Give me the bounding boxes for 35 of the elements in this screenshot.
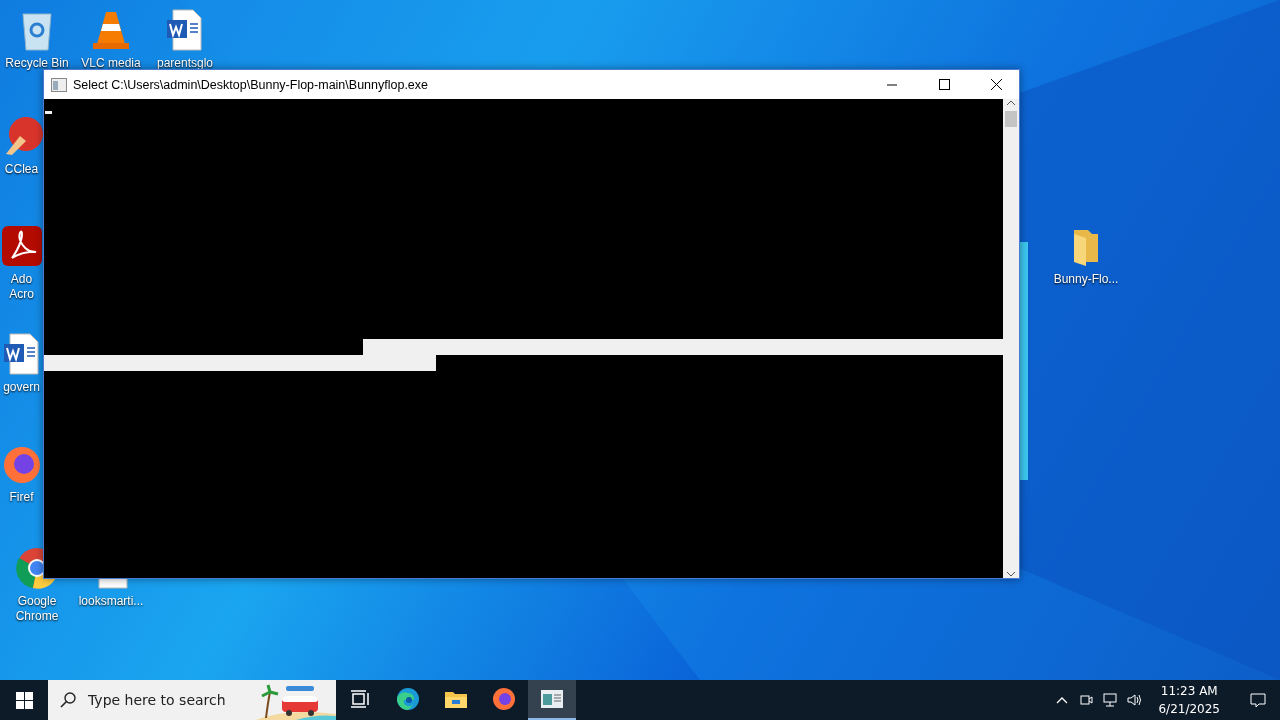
console-window-icon	[51, 77, 67, 92]
icon-label: looksmarti...	[78, 594, 144, 609]
scrollbar-thumb[interactable]	[1005, 111, 1017, 127]
icon-label: Google	[17, 594, 57, 609]
search-placeholder: Type here to search	[88, 692, 226, 708]
icon-label: Firef	[9, 490, 34, 505]
window-title: Select C:\Users\admin\Desktop\Bunny-Flop-main\Bunnyflop.exe	[73, 77, 430, 92]
icon-label: Acro	[9, 287, 34, 302]
icon-label: CClea	[4, 162, 39, 177]
icon-label: Ado	[10, 272, 33, 287]
taskbar-app-button[interactable]	[528, 680, 576, 720]
scroll-up-icon[interactable]	[1006, 99, 1016, 107]
icon-label: Recycle Bin	[5, 56, 69, 71]
windows-logo-icon	[15, 691, 33, 709]
close-icon	[990, 79, 1002, 90]
fox-globe-icon	[492, 687, 516, 711]
camera-icon[interactable]	[1078, 692, 1095, 708]
search-field[interactable]: Type here to search	[48, 680, 336, 720]
scroll-down-icon[interactable]	[1006, 570, 1016, 578]
text-cursor	[45, 111, 52, 114]
notification-icon[interactable]	[1250, 692, 1266, 708]
scrollbar[interactable]	[1003, 99, 1019, 578]
search-icon	[60, 692, 76, 708]
icon-label: VLC media	[81, 56, 141, 71]
console-window-icon	[540, 687, 564, 711]
icon-label: parentsglo	[156, 56, 213, 71]
network-icon[interactable]	[1102, 692, 1119, 708]
icon-label: Bunny-Flo...	[1053, 272, 1119, 287]
clock[interactable]: 11:23 AM 6/21/2025	[1150, 682, 1228, 718]
icon-label: govern	[3, 380, 40, 395]
task-view-icon	[348, 687, 372, 711]
edge-icon	[396, 687, 420, 711]
volume-icon[interactable]	[1126, 692, 1143, 708]
maximize-icon	[938, 79, 950, 90]
icon-label: Chrome	[15, 609, 59, 624]
